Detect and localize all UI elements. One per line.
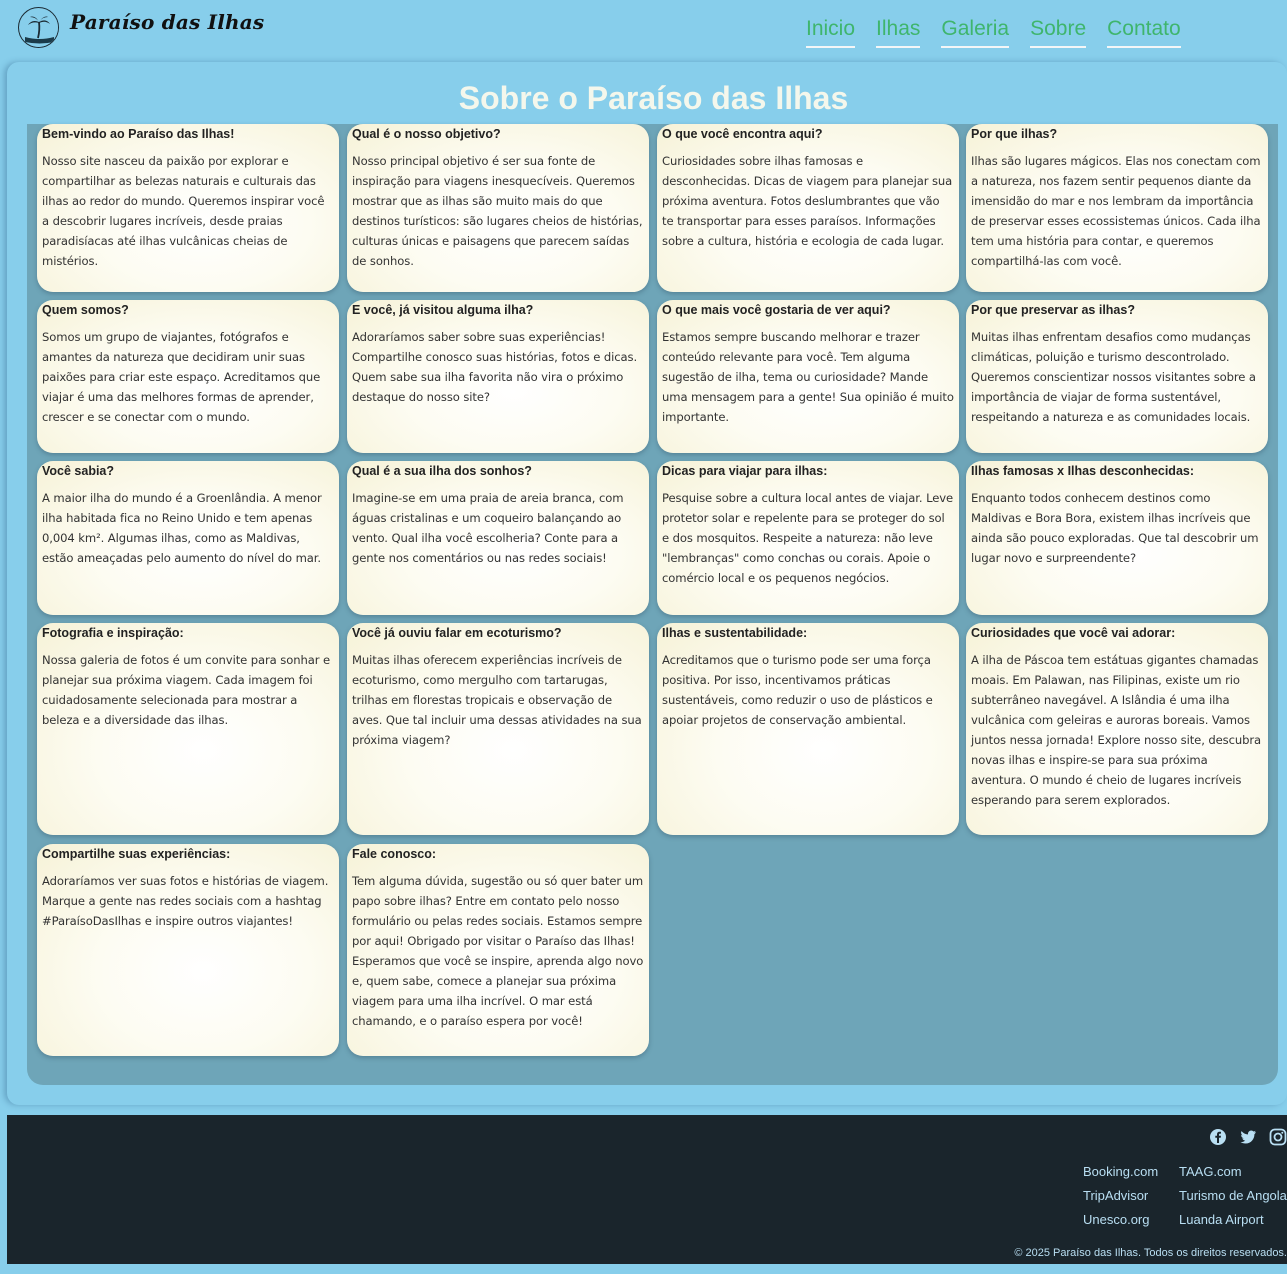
footer-links: Booking.com TAAG.com TripAdvisor Turismo…: [1083, 1163, 1287, 1229]
card-text: Ilhas são lugares mágicos. Elas nos cone…: [971, 154, 1261, 268]
footer-link-unesco[interactable]: Unesco.org: [1083, 1211, 1179, 1229]
card-voce-sabia: Você sabia? A maior ilha do mundo é a Gr…: [37, 461, 339, 615]
card-title: Qual é o nosso objetivo?: [352, 127, 501, 141]
card-ilha-dos-sonhos: Qual é a sua ilha dos sonhos? Imagine-se…: [347, 461, 649, 615]
card-title: Bem-vindo ao Paraíso das Ilhas!: [42, 127, 235, 141]
card-title: Você sabia?: [42, 464, 115, 478]
card-text: Nossa galeria de fotos é um convite para…: [42, 653, 330, 727]
card-text: Imagine-se em uma praia de areia branca,…: [352, 491, 624, 565]
card-compartilhe: Compartilhe suas experiências: Adoraríam…: [37, 844, 339, 1056]
social-links: [1209, 1128, 1287, 1146]
card-text: Nosso site nasceu da paixão por explorar…: [42, 154, 325, 268]
card-text: Tem alguma dúvida, sugestão ou só quer b…: [352, 874, 644, 1028]
card-text: Muitas ilhas enfrentam desafios como mud…: [971, 330, 1256, 424]
site-header: Paraíso das Ilhas Inicio Ilhas Galeria S…: [0, 0, 1287, 58]
card-curiosidades: Curiosidades que você vai adorar: A ilha…: [966, 623, 1268, 835]
card-quem-somos: Quem somos? Somos um grupo de viajantes,…: [37, 300, 339, 453]
card-title: Fale conosco:: [352, 847, 437, 861]
card-text: Nosso principal objetivo é ser sua fonte…: [352, 154, 643, 268]
card-sustentabilidade: Ilhas e sustentabilidade: Acreditamos qu…: [657, 623, 959, 835]
footer-link-turismo-angola[interactable]: Turismo de Angola: [1179, 1187, 1287, 1205]
card-title: Você já ouviu falar em ecoturismo?: [352, 626, 562, 640]
card-title: Curiosidades que você vai adorar:: [971, 626, 1176, 640]
nav-link-contato[interactable]: Contato: [1107, 17, 1181, 48]
page-title: Sobre o Paraíso das Ilhas: [458, 80, 849, 116]
card-por-que-ilhas: Por que ilhas? Ilhas são lugares mágicos…: [966, 124, 1268, 292]
card-title: Ilhas e sustentabilidade:: [662, 626, 808, 640]
card-text: Acreditamos que o turismo pode ser uma f…: [662, 653, 933, 727]
card-text: Pesquise sobre a cultura local antes de …: [662, 491, 954, 585]
palm-island-icon[interactable]: [18, 7, 59, 48]
cards-grid: Bem-vindo ao Paraíso das Ilhas! Nosso si…: [27, 124, 1278, 1085]
card-famosas-x-desconhecidas: Ilhas famosas x Ilhas desconhecidas: Enq…: [966, 461, 1268, 615]
copyright-text: © 2025 Paraíso das Ilhas. Todos os direi…: [1014, 1247, 1287, 1259]
nav-link-inicio[interactable]: Inicio: [806, 17, 856, 48]
main-nav: Inicio Ilhas Galeria Sobre Contato: [806, 17, 1181, 48]
brand-name[interactable]: Paraíso das Ilhas: [70, 10, 264, 34]
card-preservar: Por que preservar as ilhas? Muitas ilhas…: [966, 300, 1268, 453]
card-title: Dicas para viajar para ilhas:: [662, 464, 828, 478]
card-title: E você, já visitou alguma ilha?: [352, 303, 534, 317]
footer-link-booking[interactable]: Booking.com: [1083, 1163, 1179, 1181]
facebook-icon[interactable]: [1209, 1128, 1227, 1146]
footer-link-luanda-airport[interactable]: Luanda Airport: [1179, 1211, 1287, 1229]
nav-link-galeria[interactable]: Galeria: [941, 17, 1010, 48]
card-text: A maior ilha do mundo é a Groenlândia. A…: [42, 491, 322, 565]
card-text: Muitas ilhas oferecem experiências incrí…: [352, 653, 642, 747]
card-text: Adoraríamos saber sobre suas experiência…: [352, 330, 638, 404]
card-dicas: Dicas para viajar para ilhas: Pesquise s…: [657, 461, 959, 615]
nav-link-ilhas[interactable]: Ilhas: [876, 17, 921, 48]
card-bem-vindo: Bem-vindo ao Paraíso das Ilhas! Nosso si…: [37, 124, 339, 292]
twitter-icon[interactable]: [1239, 1128, 1257, 1146]
card-title: Por que preservar as ilhas?: [971, 303, 1135, 317]
card-title: Ilhas famosas x Ilhas desconhecidas:: [971, 464, 1195, 478]
card-text: Adoraríamos ver suas fotos e histórias d…: [42, 874, 329, 928]
card-fale-conosco: Fale conosco: Tem alguma dúvida, sugestã…: [347, 844, 649, 1056]
instagram-icon[interactable]: [1269, 1128, 1287, 1146]
card-title: Fotografia e inspiração:: [42, 626, 184, 640]
card-title: Quem somos?: [42, 303, 129, 317]
card-ja-visitou: E você, já visitou alguma ilha? Adoraría…: [347, 300, 649, 453]
footer-link-tripadvisor[interactable]: TripAdvisor: [1083, 1187, 1179, 1205]
card-o-que-encontra: O que você encontra aqui? Curiosidades s…: [657, 124, 959, 292]
card-text: Estamos sempre buscando melhorar e traze…: [662, 330, 954, 424]
site-footer: Booking.com TAAG.com TripAdvisor Turismo…: [7, 1115, 1287, 1264]
card-text: A ilha de Páscoa tem estátuas gigantes c…: [971, 653, 1262, 807]
card-o-que-mais: O que mais você gostaria de ver aqui? Es…: [657, 300, 959, 453]
card-title: Por que ilhas?: [971, 127, 1058, 141]
card-title: Qual é a sua ilha dos sonhos?: [352, 464, 532, 478]
card-text: Enquanto todos conhecem destinos como Ma…: [971, 491, 1259, 565]
card-ecoturismo: Você já ouviu falar em ecoturismo? Muita…: [347, 623, 649, 835]
card-objetivo: Qual é o nosso objetivo? Nosso principal…: [347, 124, 649, 292]
card-title: O que mais você gostaria de ver aqui?: [662, 303, 891, 317]
nav-link-sobre[interactable]: Sobre: [1030, 17, 1087, 48]
card-title: O que você encontra aqui?: [662, 127, 823, 141]
card-title: Compartilhe suas experiências:: [42, 847, 231, 861]
card-text: Somos um grupo de viajantes, fotógrafos …: [42, 330, 321, 424]
card-text: Curiosidades sobre ilhas famosas e desco…: [662, 154, 953, 248]
footer-link-taag[interactable]: TAAG.com: [1179, 1163, 1287, 1181]
card-fotografia: Fotografia e inspiração: Nossa galeria d…: [37, 623, 339, 835]
